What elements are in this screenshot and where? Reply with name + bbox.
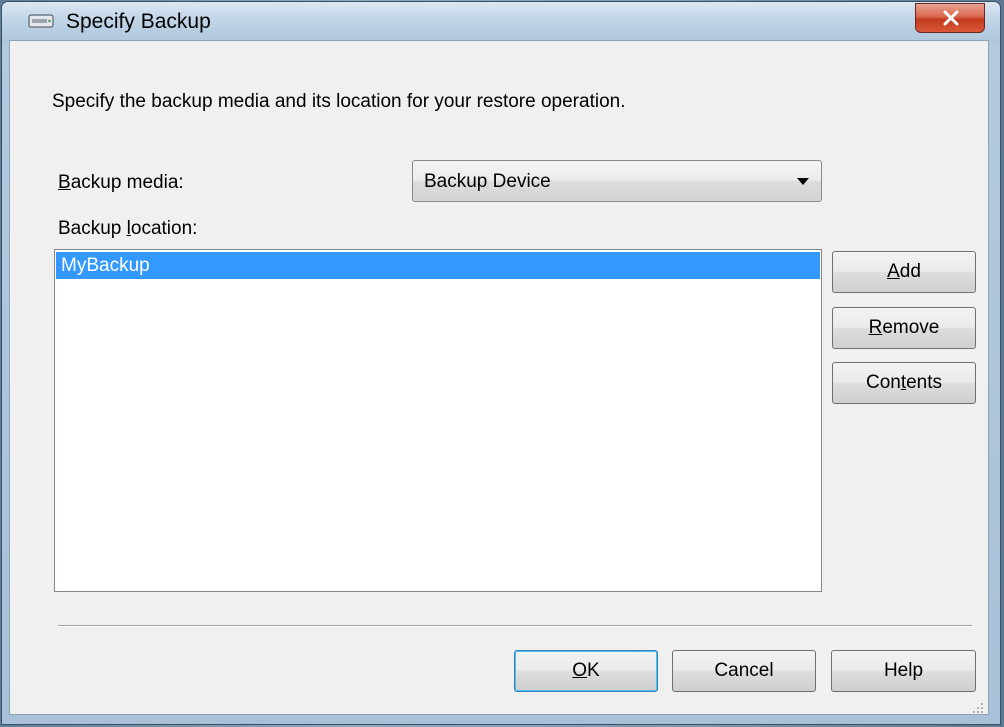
window-title: Specify Backup <box>66 10 211 33</box>
cancel-button[interactable]: Cancel <box>672 650 816 692</box>
backup-media-dropdown[interactable]: Backup Device <box>412 160 822 202</box>
backup-media-selected-value: Backup Device <box>424 171 551 192</box>
close-icon <box>943 10 959 26</box>
chevron-down-icon <box>797 178 809 185</box>
backup-media-label: Backup media: <box>58 172 184 193</box>
footer-separator <box>58 625 972 627</box>
backup-location-list[interactable]: MyBackup <box>54 249 822 592</box>
title-bar[interactable]: Specify Backup <box>2 2 1000 42</box>
close-button[interactable] <box>915 3 985 33</box>
list-item-mybackup[interactable]: MyBackup <box>56 252 820 279</box>
backup-device-icon <box>28 14 54 28</box>
add-button[interactable]: Add <box>832 251 976 293</box>
remove-button[interactable]: Remove <box>832 307 976 349</box>
resize-grip-icon[interactable] <box>970 700 984 714</box>
contents-button[interactable]: Contents <box>832 362 976 404</box>
help-button[interactable]: Help <box>831 650 976 692</box>
instruction-text: Specify the backup media and its locatio… <box>52 91 626 112</box>
ok-button[interactable]: OK <box>514 650 658 692</box>
backup-location-label: Backup location: <box>58 218 198 239</box>
